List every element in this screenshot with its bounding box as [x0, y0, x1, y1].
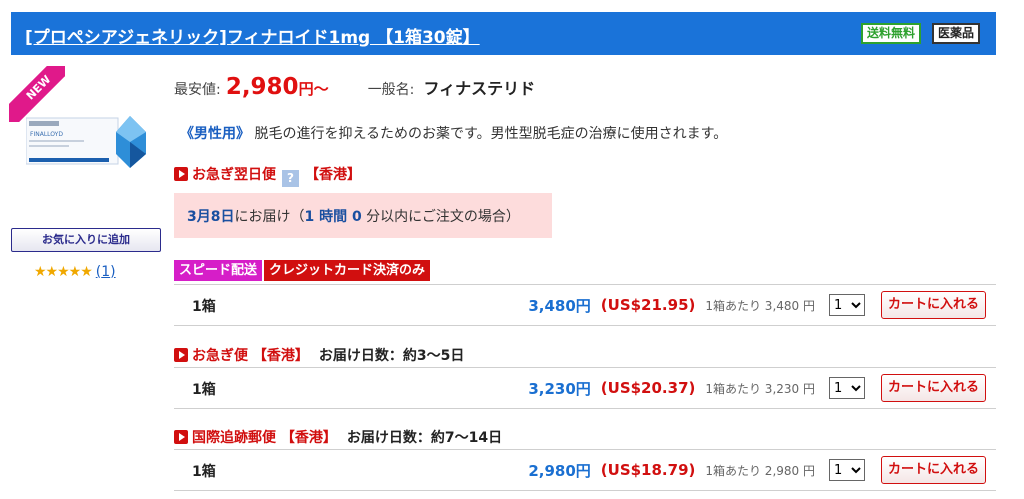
- delivery-text: にお届け（: [234, 209, 305, 225]
- offer-row: 1箱 3,480円 (US$21.95) 1箱あたり 3,480 円 1 カート…: [174, 284, 996, 326]
- rating: ★★★★★ (1): [34, 264, 116, 280]
- lowest-price-suffix: 円〜: [298, 80, 329, 98]
- play-arrow-icon: [174, 348, 188, 362]
- offer-price-yen: 3,230円: [528, 379, 591, 398]
- product-description: 《男性用》 脱毛の進行を抑えるためのお薬です。男性型脱毛症の治療に使用されます。: [180, 123, 727, 143]
- shipping-intl-name: 国際追跡郵便: [192, 430, 276, 446]
- shipping-fast-name: お急ぎ便: [192, 348, 248, 364]
- add-to-cart-button[interactable]: カートに入れる: [880, 291, 986, 319]
- help-icon[interactable]: ?: [282, 170, 299, 187]
- quantity-select[interactable]: 1: [828, 294, 865, 316]
- product-title-link[interactable]: [プロペシアジェネリック]フィナロイド1mg 【1箱30錠】: [25, 23, 480, 48]
- price-line: 最安値: 2,980円〜 一般名: フィナステリド: [174, 74, 535, 100]
- offer-price-usd: (US$18.79): [600, 461, 696, 479]
- generic-name: フィナステリド: [423, 79, 536, 98]
- shipping-fast-days: お届け日数：約3〜5日: [318, 348, 465, 364]
- offer-price-usd: (US$20.37): [600, 379, 696, 397]
- shipping-intl-days: お届け日数：約7〜14日: [346, 430, 503, 446]
- description-text: 脱毛の進行を抑えるためのお薬です。男性型脱毛症の治療に使用されます。: [254, 126, 728, 142]
- lowest-price: 2,980: [225, 74, 299, 100]
- product-image[interactable]: FINALLOYD: [26, 112, 146, 170]
- offer-per-box: 1箱あたり 2,980 円: [705, 463, 815, 478]
- offer-per-box: 1箱あたり 3,230 円: [705, 381, 815, 396]
- add-to-cart-button[interactable]: カートに入れる: [880, 374, 986, 402]
- offer-price-yen: 2,980円: [528, 461, 591, 480]
- offer-row: 1箱 3,230円 (US$20.37) 1箱あたり 3,230 円 1 カート…: [174, 367, 996, 409]
- offer-quantity: 1箱: [192, 299, 216, 315]
- shipping-intl-origin: 【香港】: [280, 430, 337, 446]
- gender-tag: 《男性用》: [180, 126, 250, 142]
- shipping-fast-origin: 【香港】: [252, 348, 309, 364]
- offer-price-yen: 3,480円: [528, 296, 591, 315]
- offer-price-usd: (US$21.95): [600, 296, 696, 314]
- delivery-date: 3月8日: [187, 209, 235, 225]
- shipping-intl-heading: 国際追跡郵便 【香港】 お届け日数：約7〜14日: [174, 427, 502, 447]
- product-image-label: FINALLOYD: [30, 131, 63, 138]
- shipping-express-name: お急ぎ翌日便: [192, 167, 276, 183]
- offer-row: 1箱 2,980円 (US$18.79) 1箱あたり 2,980 円 1 カート…: [174, 449, 996, 491]
- quantity-select[interactable]: 1: [828, 459, 865, 481]
- add-to-cart-button[interactable]: カートに入れる: [880, 456, 986, 484]
- delivery-hours: 1 時間 0: [304, 209, 362, 225]
- generic-name-label: 一般名:: [367, 82, 415, 98]
- review-count-link[interactable]: (1): [96, 264, 116, 280]
- free-shipping-badge: 送料無料: [861, 23, 922, 44]
- credit-card-only-tag: クレジットカード決済のみ: [264, 260, 431, 281]
- offer-quantity: 1箱: [192, 382, 216, 398]
- play-arrow-icon: [174, 430, 188, 444]
- shipping-express-origin: 【香港】: [305, 167, 361, 183]
- quantity-select[interactable]: 1: [828, 377, 865, 399]
- rating-stars: ★★★★★: [34, 264, 93, 280]
- delivery-tail: 分以内にご注文の場合）: [361, 209, 520, 225]
- delivery-estimate-box: 3月8日にお届け（1 時間 0 分以内にご注文の場合）: [174, 193, 552, 238]
- shipping-tags: スピード配送 クレジットカード決済のみ: [174, 259, 431, 281]
- product-header: [プロペシアジェネリック]フィナロイド1mg 【1箱30錠】 送料無料 医薬品: [11, 12, 996, 55]
- offer-quantity: 1箱: [192, 464, 216, 480]
- offer-per-box: 1箱あたり 3,480 円: [705, 298, 815, 313]
- play-arrow-icon: [174, 167, 188, 181]
- speed-delivery-tag: スピード配送: [174, 260, 263, 281]
- shipping-express-heading: お急ぎ翌日便? 【香港】: [174, 164, 361, 187]
- lowest-price-label: 最安値:: [174, 82, 221, 98]
- shipping-fast-heading: お急ぎ便 【香港】 お届け日数：約3〜5日: [174, 345, 464, 365]
- add-to-favorites-button[interactable]: お気に入りに追加: [11, 228, 161, 252]
- medicine-badge: 医薬品: [932, 23, 981, 44]
